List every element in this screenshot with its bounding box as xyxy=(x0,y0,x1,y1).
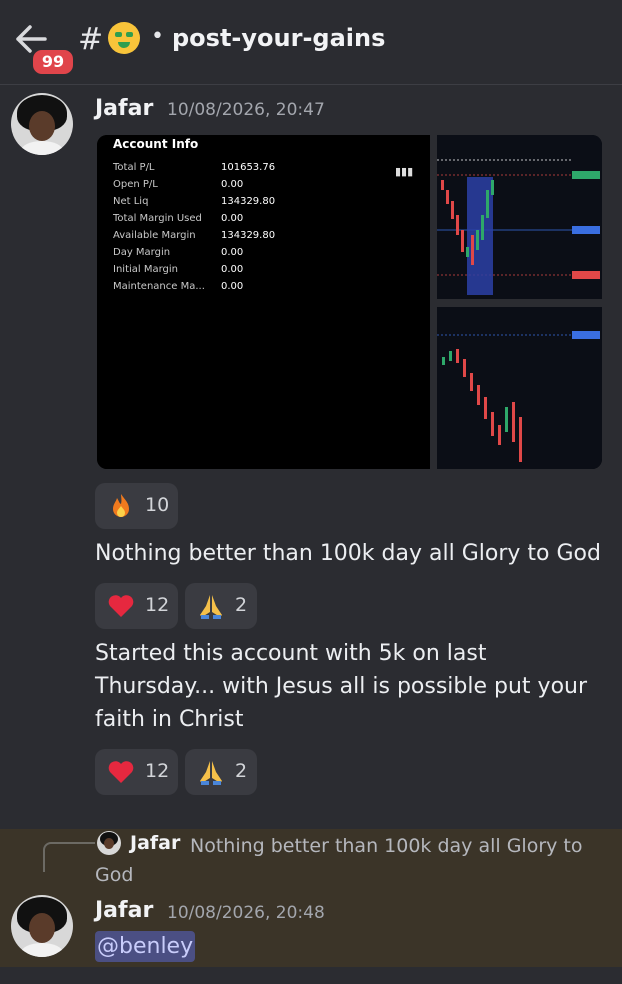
fire-icon xyxy=(113,494,129,517)
avatar[interactable] xyxy=(11,895,73,957)
account-row: Net Liq 134329.80 xyxy=(113,196,276,207)
message-text: Nothing better than 100k day all Glory t… xyxy=(95,541,601,566)
price-chart-top xyxy=(437,135,602,299)
heart-icon xyxy=(108,595,134,617)
reaction-pray[interactable]: 2 xyxy=(185,583,257,629)
account-info-panel: Account Info Total P/L 101653.76 Open P/L… xyxy=(97,135,430,469)
avatar[interactable] xyxy=(11,93,73,155)
message-text-line: Started this account with 5k on last xyxy=(95,641,487,666)
reply-connector xyxy=(43,842,95,872)
account-row: Day Margin 0.00 xyxy=(113,247,244,258)
channel-name[interactable]: post-your-gains xyxy=(172,24,385,52)
channel-hash-icon: # xyxy=(78,22,104,57)
separator-dot: • xyxy=(151,24,164,49)
message-text-line: Thursday... with Jesus all is possible p… xyxy=(95,674,588,699)
account-row: Maintenance Ma... 0.00 xyxy=(113,281,244,292)
channel-header: 99 # • post-your-gains xyxy=(0,0,622,85)
account-info-title: Account Info xyxy=(113,137,199,151)
reaction-heart[interactable]: 12 xyxy=(95,749,178,795)
heart-icon xyxy=(108,761,134,783)
praying-hands-icon xyxy=(200,595,222,619)
message-timestamp: 10/08/2026, 20:48 xyxy=(167,903,325,923)
attached-screenshot[interactable]: Account Info Total P/L 101653.76 Open P/L… xyxy=(97,135,602,469)
reaction-heart[interactable]: 12 xyxy=(95,583,178,629)
account-row: Initial Margin 0.00 xyxy=(113,264,244,275)
message-text-line: faith in Christ xyxy=(95,707,244,732)
price-chart-bottom xyxy=(437,307,602,469)
message-author[interactable]: Jafar xyxy=(95,898,153,923)
message-author[interactable]: Jafar xyxy=(95,96,153,121)
account-row: Total Margin Used 0.00 xyxy=(113,213,244,224)
money-mouth-face-icon xyxy=(108,22,140,54)
unread-badge: 99 xyxy=(30,47,76,77)
user-mention[interactable]: @benley xyxy=(95,931,196,962)
account-row: Available Margin 134329.80 xyxy=(113,230,276,241)
account-row: Total P/L 101653.76 xyxy=(113,162,276,173)
praying-hands-icon xyxy=(200,761,222,785)
reaction-fire[interactable]: 10 xyxy=(95,483,178,529)
reply-quoted-author[interactable]: Jafar xyxy=(130,832,180,854)
reaction-pray[interactable]: 2 xyxy=(185,749,257,795)
message-timestamp: 10/08/2026, 20:47 xyxy=(167,100,325,120)
account-row: Open P/L 0.00 xyxy=(113,179,244,190)
columns-icon: ▮▮▮ xyxy=(395,165,414,178)
